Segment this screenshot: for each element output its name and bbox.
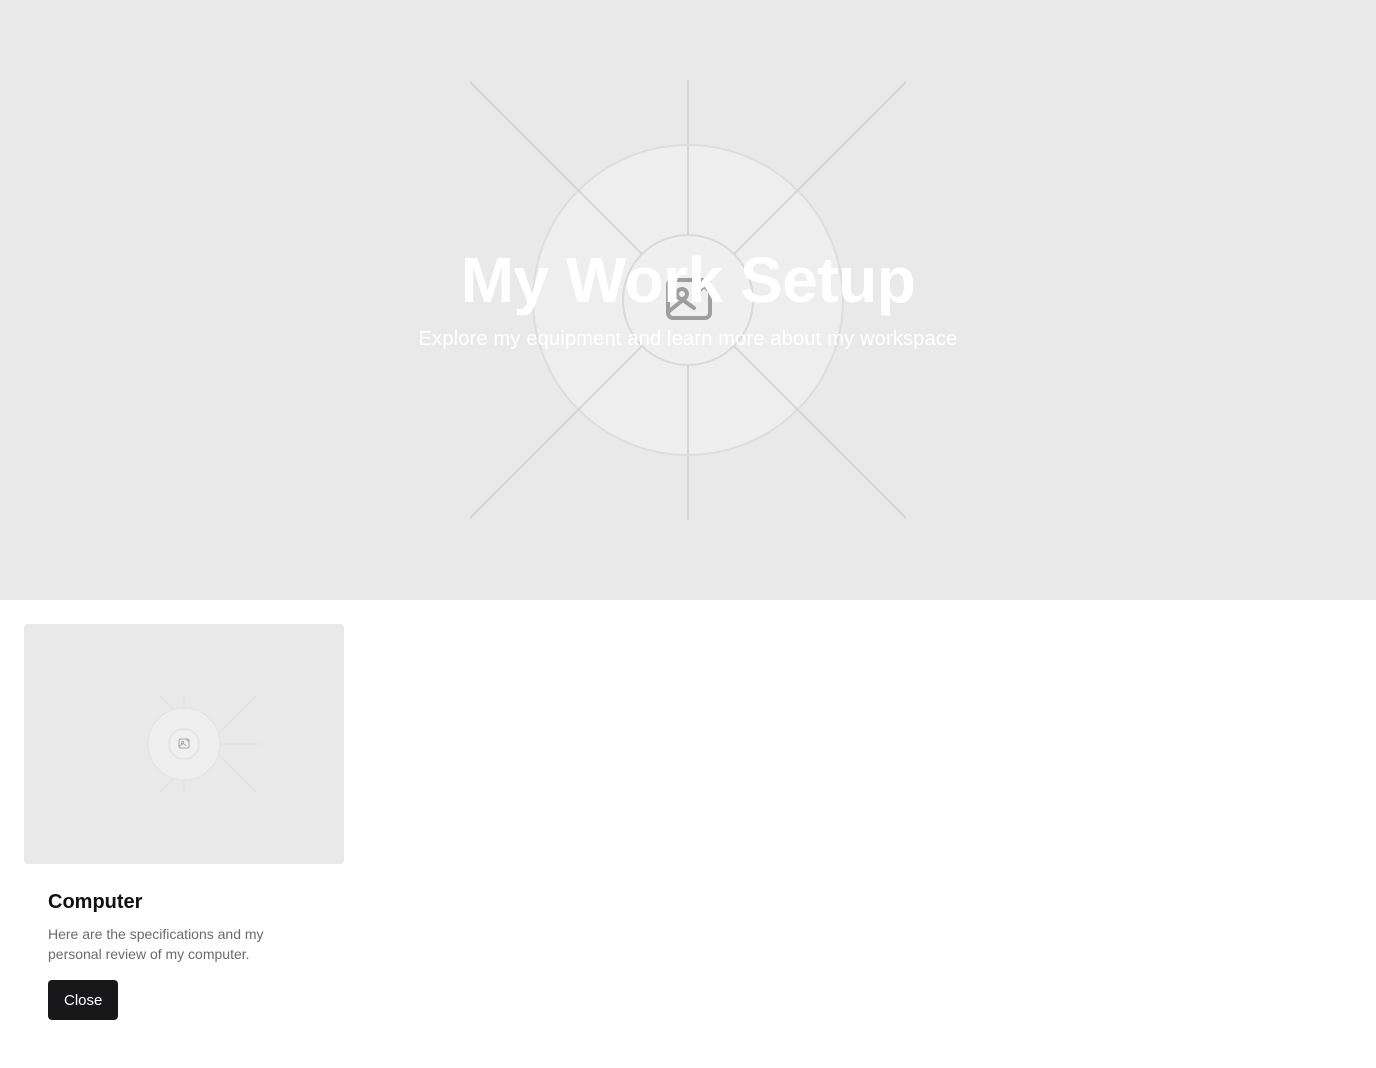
card-image-placeholder — [24, 624, 344, 864]
hero-banner: My Work Setup Explore my equipment and l… — [0, 0, 1376, 600]
equipment-card: Computer Here are the specifications and… — [24, 624, 344, 1020]
close-button[interactable]: Close — [48, 980, 119, 1020]
card-body: Computer Here are the specifications and… — [24, 864, 344, 1020]
card-description: Here are the specifications and my perso… — [48, 926, 264, 962]
card-title: Computer — [48, 891, 143, 913]
page-subtitle: Explore my equipment and learn more abou… — [418, 328, 958, 350]
page-title: My Work Setup — [460, 244, 916, 316]
